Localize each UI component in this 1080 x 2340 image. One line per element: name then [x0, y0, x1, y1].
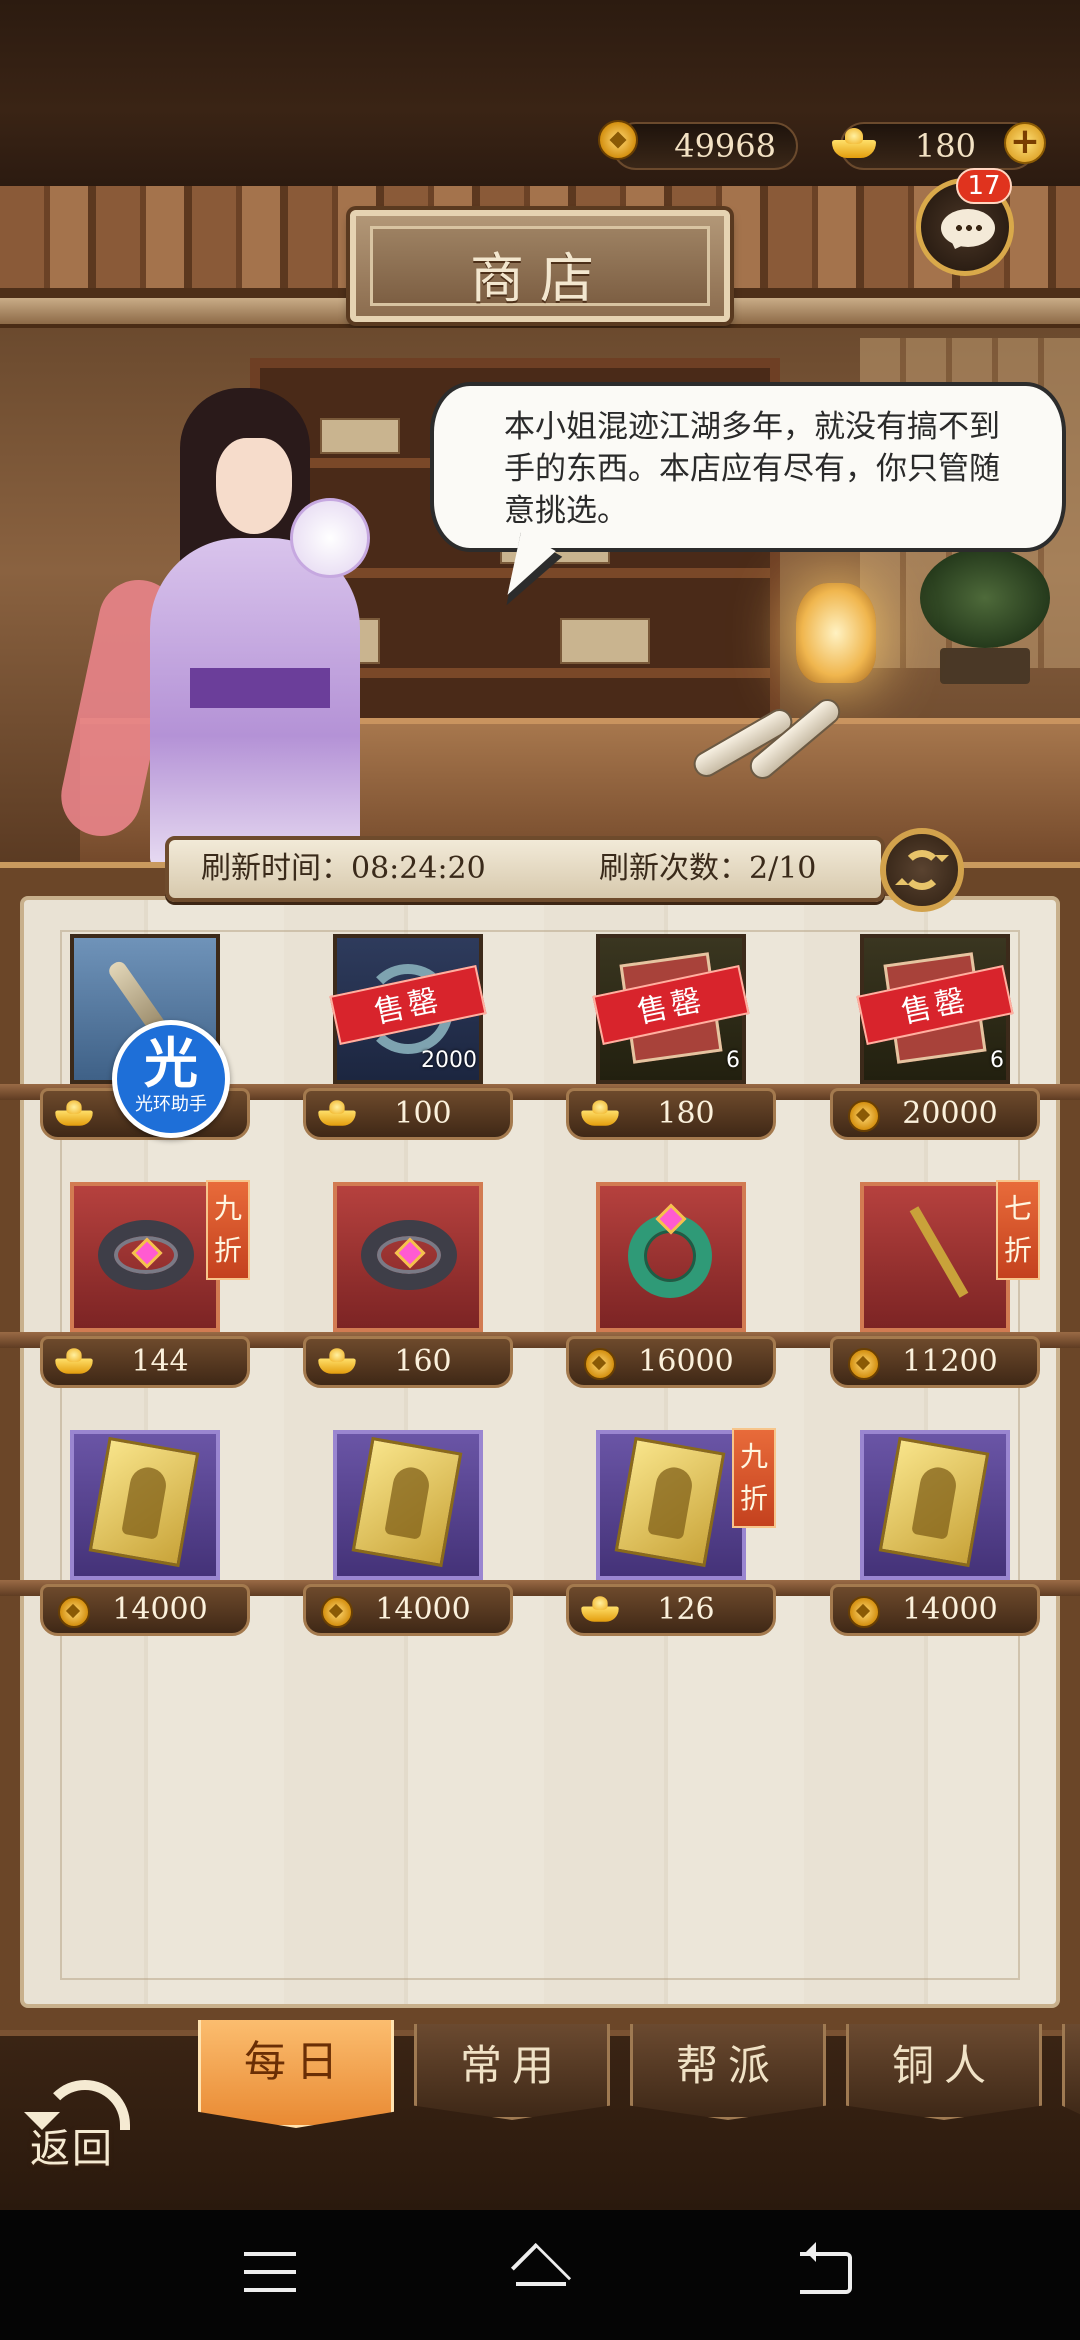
item-icon-frame — [860, 1182, 1010, 1332]
back-arrow-icon — [24, 2080, 130, 2130]
bonsai-decoration — [920, 548, 1050, 648]
shelf-book — [560, 618, 650, 664]
shop-item[interactable]: 售罄 6 180 — [566, 934, 776, 1152]
title-plaque: 商店 — [350, 210, 730, 322]
menu-icon[interactable] — [244, 2252, 296, 2292]
speech-text: 本小姐混迹江湖多年，就没有搞不到手的东西。本店应有尽有，你只管随意挑选。 — [504, 409, 1000, 529]
copper-coin-icon — [848, 1100, 880, 1132]
shopkeeper-character — [40, 348, 440, 868]
character-face — [216, 438, 292, 534]
floating-helper-button[interactable]: 光 光环助手 — [112, 1020, 230, 1138]
refresh-info-bar: 刷新时间：08:24:20 刷新次数：2/10 — [165, 836, 885, 902]
copper-coin-icon — [584, 1348, 616, 1380]
shop-item[interactable]: 14000 — [830, 1430, 1040, 1648]
shop-item[interactable]: 九折 144 — [40, 1180, 250, 1400]
tab-guild[interactable]: 帮派 — [630, 2024, 826, 2120]
shop-item[interactable]: 售罄 6 20000 — [830, 934, 1040, 1152]
system-back-icon[interactable] — [800, 2242, 852, 2294]
shop-item[interactable]: 售罄 2000 100 — [303, 934, 513, 1152]
shop-item[interactable]: 七折 11200 — [830, 1180, 1040, 1400]
copper-coin-icon — [598, 120, 638, 160]
item-quantity: 6 — [726, 1048, 740, 1073]
refresh-button[interactable] — [880, 828, 964, 912]
shop-item[interactable]: 14000 — [40, 1430, 250, 1648]
chat-notification-badge: 17 — [956, 168, 1012, 204]
home-icon[interactable] — [508, 2252, 574, 2298]
copper-amount: 49968 — [674, 127, 776, 165]
chat-dots-icon — [954, 225, 984, 231]
shop-screen: 49968 180 + 商店 17 本小姐混迹江湖多年，就没有搞不到手的东西。本… — [0, 0, 1080, 2340]
discount-tag: 九折 — [206, 1180, 250, 1280]
character-fan — [290, 498, 370, 578]
discount-tag: 七折 — [996, 1180, 1040, 1280]
copper-coin-icon — [58, 1596, 90, 1628]
gold-ingot-icon — [55, 1100, 93, 1126]
gold-ingot-icon — [55, 1348, 93, 1374]
copper-coin-icon — [848, 1348, 880, 1380]
lantern-decoration — [796, 583, 876, 683]
gold-ingot-icon — [318, 1348, 356, 1374]
copper-coin-icon — [848, 1596, 880, 1628]
shop-item[interactable]: 14000 — [303, 1430, 513, 1648]
helper-glyph: 光 — [144, 1031, 198, 1095]
copper-coin-icon — [321, 1596, 353, 1628]
item-quantity: 6 — [990, 1048, 1004, 1073]
back-button[interactable]: 返回 — [24, 2080, 140, 2180]
copper-balance: 49968 — [612, 122, 798, 170]
refresh-icon — [895, 850, 949, 890]
helper-label: 光环助手 — [135, 1094, 207, 1115]
refresh-count-label: 刷新次数：2/10 — [599, 851, 817, 886]
shop-item[interactable]: 九折 126 — [566, 1428, 776, 1648]
tab-more[interactable] — [1062, 2024, 1080, 2120]
discount-tag: 九折 — [732, 1428, 776, 1528]
gold-ingot-icon — [581, 1596, 619, 1622]
system-nav-bar — [0, 2210, 1080, 2340]
back-label: 返回 — [30, 2126, 114, 2172]
gold-ingot-icon — [832, 128, 876, 158]
bonsai-pot — [940, 648, 1030, 684]
tab-common[interactable]: 常用 — [414, 2024, 610, 2120]
add-gold-button[interactable]: + — [1004, 122, 1046, 164]
gold-amount: 180 — [914, 127, 976, 165]
shop-item[interactable]: 160 — [303, 1182, 513, 1400]
tab-bronze-man[interactable]: 铜人 — [846, 2024, 1042, 2120]
gold-ingot-icon — [318, 1100, 356, 1126]
refresh-time-label: 刷新时间：08:24:20 — [201, 851, 486, 886]
page-title: 商店 — [470, 247, 610, 310]
shop-item[interactable]: 16000 — [566, 1182, 776, 1400]
tab-daily[interactable]: 每日 — [198, 2020, 394, 2128]
gold-ingot-icon — [581, 1100, 619, 1126]
shopkeeper-speech-bubble: 本小姐混迹江湖多年，就没有搞不到手的东西。本店应有尽有，你只管随意挑选。 — [430, 382, 1066, 552]
character-belt — [190, 668, 330, 708]
item-quantity: 2000 — [421, 1048, 477, 1073]
